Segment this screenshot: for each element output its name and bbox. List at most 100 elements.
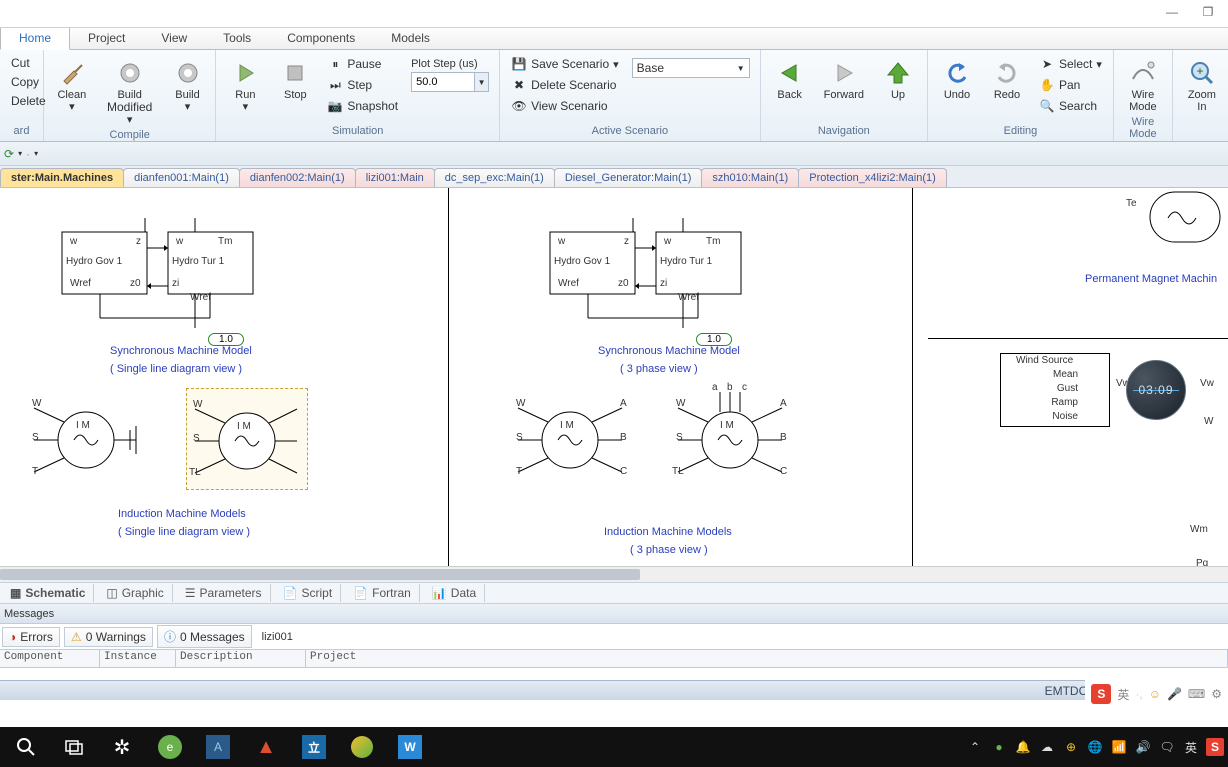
task-app-1[interactable]: ✲ (100, 729, 144, 765)
doctab-szh010[interactable]: szh010:Main(1) (701, 168, 799, 187)
viewtab-graphic[interactable]: ◫Graphic (98, 584, 172, 602)
task-app-2[interactable]: e (148, 729, 192, 765)
restore-button[interactable]: ❐ (1196, 2, 1220, 22)
canvas-area[interactable]: w z Hydro Gov 1 z0 Wref w Tm Hydro Tur 1… (0, 188, 1228, 582)
ime-gear-icon[interactable]: ⚙ (1211, 687, 1222, 701)
viewtab-data[interactable]: 📊Data (424, 584, 485, 602)
sync-machine-block-1[interactable] (60, 218, 270, 328)
tray-volume-icon[interactable]: 🔊 (1134, 738, 1152, 756)
col-component[interactable]: Component (0, 650, 100, 667)
tab-view[interactable]: View (143, 27, 205, 49)
camera-icon: 📷 (327, 98, 343, 114)
doctab-dianfen002[interactable]: dianfen002:Main(1) (239, 168, 356, 187)
doctab-lizi001[interactable]: lizi001:Main (355, 168, 435, 187)
induction-machine-1[interactable]: W S T I M (26, 388, 146, 488)
clean-button[interactable]: Clean▾ (50, 54, 94, 116)
tray-cloud-icon[interactable]: ☁ (1038, 738, 1056, 756)
horizontal-scrollbar[interactable] (0, 566, 1228, 582)
viewtab-parameters[interactable]: ☰Parameters (177, 584, 271, 602)
qat-more[interactable]: ▾ (34, 149, 38, 158)
task-view-button[interactable] (52, 729, 96, 765)
stop-button[interactable]: Stop (272, 54, 318, 104)
group-title: ard (6, 125, 37, 139)
induction-machine-3[interactable]: W S T A B C I M (510, 388, 640, 488)
run-button[interactable]: Run▾ (222, 54, 268, 116)
ime-keyboard-icon[interactable]: ⌨ (1188, 687, 1205, 701)
task-app-5[interactable]: 立 (292, 729, 336, 765)
tray-ime-icon[interactable]: S (1206, 738, 1224, 756)
ime-bar[interactable]: S 英 ·, ☺ 🎤 ⌨ ⚙ (1085, 680, 1228, 708)
tray-add-icon[interactable]: ⊕ (1062, 738, 1080, 756)
pause-button[interactable]: ⏸Pause (322, 54, 403, 74)
tray-chevron-up-icon[interactable]: ⌃ (966, 738, 984, 756)
scenario-combo[interactable]: Base ▼ (632, 58, 750, 78)
filter-errors[interactable]: ◑Errors (2, 627, 60, 647)
filter-messages[interactable]: ⓘ0 Messages (157, 625, 252, 648)
qat-icon[interactable]: ⟳ (4, 147, 14, 161)
viewtab-script[interactable]: 📄Script (275, 584, 342, 602)
col-description[interactable]: Description (176, 650, 306, 667)
redo-button[interactable]: Redo (984, 54, 1030, 104)
tab-components[interactable]: Components (269, 27, 373, 49)
search-button[interactable] (4, 729, 48, 765)
tray-bell-icon[interactable]: 🔔 (1014, 738, 1032, 756)
select-button[interactable]: ➤Select ▾ (1034, 54, 1107, 74)
col-project[interactable]: Project (306, 650, 1228, 667)
group-title: Editing (934, 125, 1107, 139)
viewtab-schematic[interactable]: ▦Schematic (2, 584, 94, 602)
tab-home[interactable]: Home (0, 26, 70, 50)
qat-dropdown[interactable]: ▾ (18, 149, 22, 158)
permanent-magnet-block[interactable] (1140, 188, 1228, 248)
filter-warnings[interactable]: ⚠0 Warnings (64, 627, 153, 647)
messages-filters: ◑Errors ⚠0 Warnings ⓘ0 Messages lizi001 (0, 624, 1228, 650)
search-icon: 🔍 (1039, 98, 1055, 114)
plot-step-input[interactable] (412, 73, 474, 91)
tray-wifi-icon[interactable]: 📶 (1110, 738, 1128, 756)
doctab-diesel-generator[interactable]: Diesel_Generator:Main(1) (554, 168, 703, 187)
tray-globe-icon[interactable]: 🌐 (1086, 738, 1104, 756)
ime-lang[interactable]: 英 (1117, 686, 1129, 703)
ime-smile-icon[interactable]: ☺ (1149, 687, 1161, 701)
plot-step-combo[interactable]: ▼ (411, 72, 489, 92)
viewtab-fortran[interactable]: 📄Fortran (345, 584, 420, 602)
sync-machine-block-2[interactable] (548, 218, 758, 328)
induction-machine-2-selected[interactable]: W S TL I M (186, 388, 308, 490)
col-instance[interactable]: Instance (100, 650, 176, 667)
doctab-machines[interactable]: ster:Main.Machines (0, 168, 124, 187)
tray-lang[interactable]: 英 (1182, 738, 1200, 756)
chevron-down-icon[interactable]: ▼ (474, 73, 488, 91)
step-button[interactable]: ⏭Step (322, 75, 403, 95)
undo-button[interactable]: Undo (934, 54, 980, 104)
delete-scenario-button[interactable]: ✖Delete Scenario (506, 75, 624, 95)
task-app-7[interactable]: W (388, 729, 432, 765)
snapshot-button[interactable]: 📷Snapshot (322, 96, 403, 116)
back-button[interactable]: Back (767, 54, 813, 104)
doctab-dc-sep-exc[interactable]: dc_sep_exc:Main(1) (434, 168, 555, 187)
tab-models[interactable]: Models (373, 27, 448, 49)
save-scenario-button[interactable]: 💾Save Scenario ▾ (506, 54, 624, 74)
view-scenario-button[interactable]: 👁View Scenario (506, 96, 624, 116)
search-button[interactable]: 🔍Search (1034, 96, 1107, 116)
tab-tools[interactable]: Tools (205, 27, 269, 49)
tray-sync-icon[interactable]: ● (990, 738, 1008, 756)
task-app-6[interactable] (340, 729, 384, 765)
task-app-4[interactable]: ▲ (244, 729, 288, 765)
ime-mic-icon[interactable]: 🎤 (1167, 687, 1182, 701)
build-button[interactable]: Build▾ (166, 54, 210, 116)
divider (448, 188, 449, 582)
induction-machine-4[interactable]: W S TL a b c A B C I M (670, 388, 800, 488)
forward-button[interactable]: Forward (817, 54, 871, 104)
tray-note-icon[interactable]: 🗨 (1158, 738, 1176, 756)
pan-button[interactable]: ✋Pan (1034, 75, 1107, 95)
doctab-dianfen001[interactable]: dianfen001:Main(1) (123, 168, 240, 187)
wire-mode-button[interactable]: WireMode (1120, 54, 1166, 116)
tab-project[interactable]: Project (70, 27, 143, 49)
minimize-button[interactable]: — (1160, 2, 1184, 22)
zoom-in-button[interactable]: +ZoomIn (1179, 54, 1225, 116)
doctab-protection[interactable]: Protection_x4lizi2:Main(1) (798, 168, 947, 187)
up-button[interactable]: Up (875, 54, 921, 104)
clock-widget[interactable]: 03:09 (1126, 360, 1186, 420)
task-app-3[interactable]: A (196, 729, 240, 765)
save-icon: 💾 (511, 56, 527, 72)
build-modified-button[interactable]: Build Modified ▾ (98, 54, 162, 129)
